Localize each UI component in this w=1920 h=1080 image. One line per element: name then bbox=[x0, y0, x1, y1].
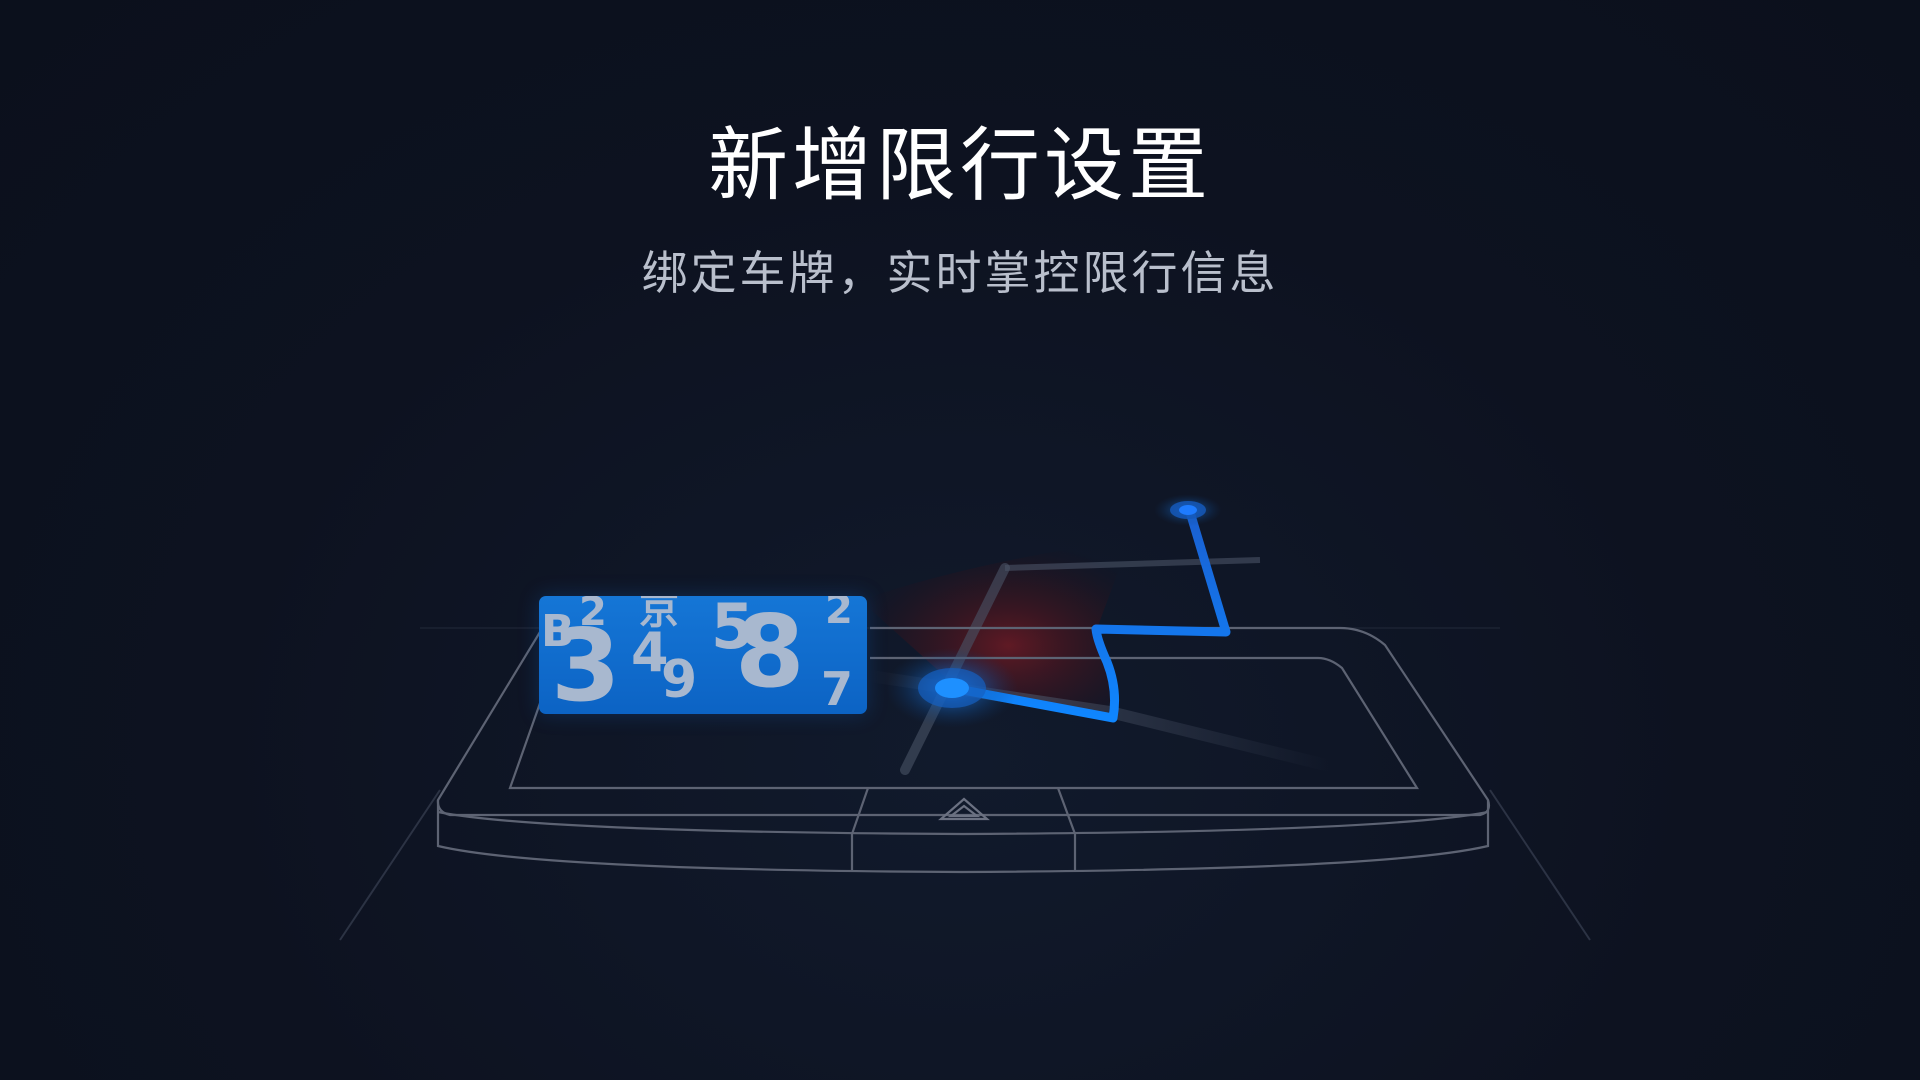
plate-char: 7 bbox=[821, 662, 854, 714]
dashboard-illustration bbox=[339, 494, 1591, 941]
floor-line-left bbox=[339, 789, 441, 941]
plate-char: 3 bbox=[551, 607, 621, 715]
plate-char: 2 bbox=[825, 596, 853, 633]
plate-char: 京 bbox=[639, 596, 679, 633]
plate-char: 9 bbox=[661, 650, 698, 710]
promo-page: 新增限行设置 绑定车牌，实时掌控限行信息 B 2 3 4 京 9 5 8 2 7 bbox=[0, 0, 1920, 1080]
floor-line-right bbox=[1489, 789, 1591, 941]
plate-char: 8 bbox=[735, 596, 805, 710]
destination-dot-icon bbox=[1154, 494, 1222, 526]
license-plate-card[interactable]: B 2 3 4 京 9 5 8 2 7 bbox=[539, 596, 867, 714]
location-pin-icon bbox=[886, 648, 1018, 728]
